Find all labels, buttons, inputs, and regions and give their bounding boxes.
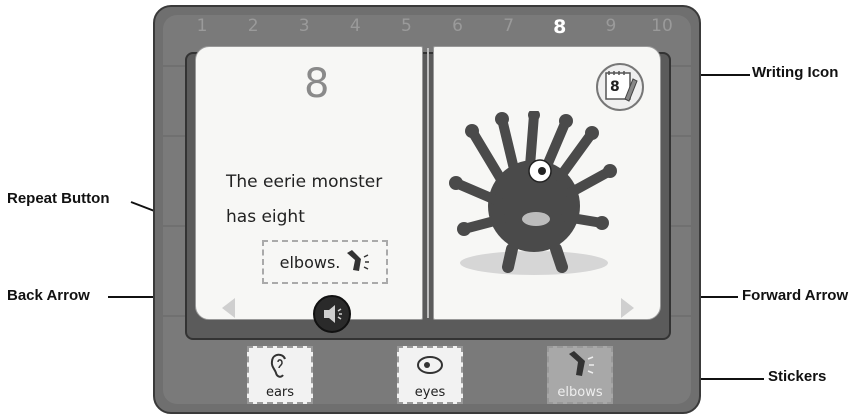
page-nav-5[interactable]: 5: [389, 16, 423, 38]
speaker-icon: [324, 305, 342, 323]
page-number: 8: [304, 61, 330, 107]
callout-forward-arrow: Forward Arrow: [742, 287, 849, 304]
sticker-ears[interactable]: ears: [247, 346, 313, 404]
open-book: 8 The eerie monster has eight elbows. 8: [175, 40, 681, 340]
page-nav-6[interactable]: 6: [441, 16, 475, 38]
writing-number: 8: [610, 79, 620, 95]
notepad-icon: [605, 71, 638, 102]
right-page: 8: [433, 46, 661, 320]
sticker-label-ears: ears: [265, 385, 295, 400]
elbow-icon: [347, 250, 370, 271]
sticker-elbows[interactable]: elbows: [547, 346, 613, 404]
callout-writing-icon: Writing Icon: [752, 64, 839, 81]
target-word-box[interactable]: elbows.: [262, 240, 388, 284]
story-line-1: The eerie monster: [226, 172, 383, 192]
story-text: The eerie monster has eight: [226, 165, 382, 235]
monster-illustration: [449, 111, 617, 275]
callout-back-arrow: Back Arrow: [7, 287, 90, 304]
page-nav-2[interactable]: 2: [236, 16, 270, 38]
target-word: elbows.: [279, 252, 341, 272]
left-page: 8 The eerie monster has eight elbows.: [195, 46, 423, 333]
eye-icon: [417, 356, 443, 374]
writing-icon[interactable]: 8: [596, 63, 644, 111]
ear-icon: [270, 353, 286, 378]
repeat-button[interactable]: [313, 295, 351, 333]
sticker-label-eyes: eyes: [414, 385, 446, 400]
book-spine: [427, 48, 429, 318]
page-nav-8-active[interactable]: 8: [543, 16, 577, 38]
page-nav-4[interactable]: 4: [338, 16, 372, 38]
page-nav-7[interactable]: 7: [492, 16, 526, 38]
page-nav-10[interactable]: 10: [645, 16, 679, 38]
callout-stickers: Stickers: [768, 368, 827, 385]
back-arrow[interactable]: [222, 298, 235, 318]
page-nav-1[interactable]: 1: [185, 16, 219, 38]
elbow-icon: [569, 351, 594, 376]
book-frame: 1 2 3 4 5 6 7 8 9 10 8 The eerie monster…: [153, 5, 701, 414]
callout-repeat-button: Repeat Button: [7, 190, 110, 207]
forward-arrow[interactable]: [621, 298, 634, 318]
sticker-label-elbows: elbows: [557, 385, 603, 400]
story-line-2: has eight: [226, 207, 305, 227]
sticker-eyes[interactable]: eyes: [397, 346, 463, 404]
sticker-tray: ears eyes elbows: [175, 344, 679, 406]
page-number-row: 1 2 3 4 5 6 7 8 9 10: [185, 16, 679, 38]
page-nav-3[interactable]: 3: [287, 16, 321, 38]
page-nav-9[interactable]: 9: [594, 16, 628, 38]
